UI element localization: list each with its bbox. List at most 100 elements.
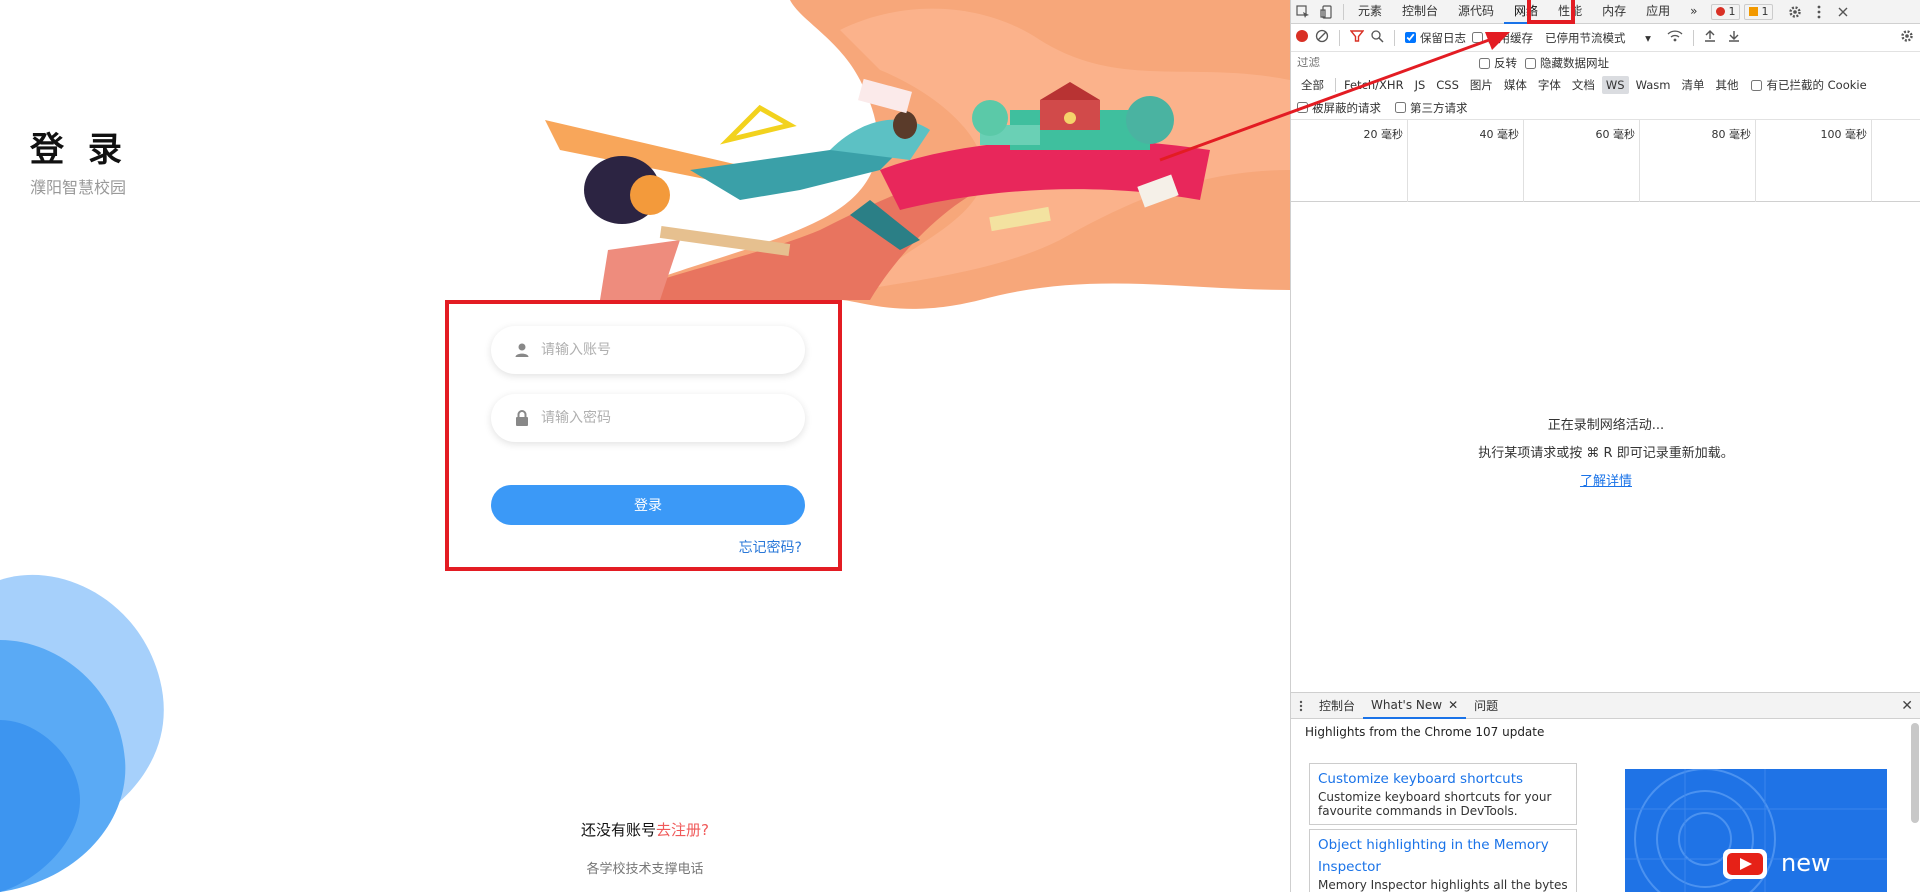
register-link[interactable]: 去注册?: [656, 821, 709, 839]
invert-option[interactable]: 反转: [1479, 55, 1517, 71]
blocked-requests-checkbox[interactable]: [1297, 102, 1308, 113]
third-party-option[interactable]: 第三方请求: [1395, 100, 1468, 116]
whats-new-heading: Highlights from the Chrome 107 update: [1305, 725, 1545, 739]
filter-input[interactable]: [1297, 57, 1457, 69]
inspect-element-icon[interactable]: [1291, 0, 1315, 24]
whats-new-video-thumbnail[interactable]: new: [1625, 769, 1887, 892]
timeline-gridline: [1755, 120, 1756, 202]
drawer-tab-console[interactable]: 控制台: [1311, 693, 1363, 719]
disable-cache-checkbox[interactable]: [1472, 32, 1483, 43]
type-filter-media[interactable]: 媒体: [1500, 75, 1531, 95]
search-icon[interactable]: [1370, 29, 1384, 46]
type-filter-all[interactable]: 全部: [1297, 75, 1328, 95]
warning-badge[interactable]: 1: [1744, 3, 1774, 20]
type-filter-fetch-xhr[interactable]: Fetch/XHR: [1340, 76, 1408, 94]
throttle-value: 已停用节流模式: [1545, 30, 1626, 45]
learn-more-link[interactable]: 了解详情: [1580, 474, 1632, 489]
close-tab-icon[interactable]: ✕: [1448, 693, 1458, 717]
tab-sources[interactable]: 源代码: [1448, 0, 1504, 24]
tab-elements[interactable]: 元素: [1348, 0, 1392, 24]
feature-card[interactable]: Customize keyboard shortcuts Customize k…: [1309, 763, 1577, 825]
blocked-cookies-label: 有已拦截的 Cookie: [1766, 78, 1867, 92]
blocked-requests-label: 被屏蔽的请求: [1312, 100, 1381, 115]
more-options-icon[interactable]: [1807, 0, 1831, 24]
type-filter-font[interactable]: 字体: [1534, 75, 1565, 95]
preserve-log-option[interactable]: 保留日志: [1405, 30, 1466, 46]
user-icon: [513, 341, 531, 359]
type-filter-manifest[interactable]: 清单: [1677, 75, 1708, 95]
timeline-tick-label: 100 毫秒: [1820, 128, 1868, 141]
error-badge[interactable]: 1: [1711, 3, 1741, 20]
more-tabs-button[interactable]: »: [1680, 0, 1707, 24]
download-har-icon[interactable]: [1728, 30, 1740, 45]
devtools-drawer: 控制台 What's New ✕ 问题 ✕ Highlights from th…: [1291, 692, 1920, 892]
wifi-conditions-icon[interactable]: [1667, 30, 1683, 45]
type-filter-css[interactable]: CSS: [1432, 76, 1463, 94]
timeline-gridline: [1639, 120, 1640, 202]
preserve-log-checkbox[interactable]: [1405, 32, 1416, 43]
disable-cache-label: 停用缓存: [1487, 30, 1533, 45]
request-options-row: 被屏蔽的请求 第三方请求: [1291, 96, 1920, 120]
toolbar-separator: [1394, 29, 1395, 46]
error-count: 1: [1728, 5, 1736, 18]
drawer-tab-issues[interactable]: 问题: [1466, 693, 1506, 719]
drawer-menu-icon[interactable]: [1291, 693, 1311, 719]
footer-note: 各学校技术支撑电话: [586, 862, 704, 877]
feature-card-title[interactable]: Customize keyboard shortcuts: [1318, 768, 1568, 790]
account-input[interactable]: [541, 342, 781, 358]
page-title: 登 录: [30, 130, 128, 170]
devtools-panel: 元素 控制台 源代码 网络 性能 内存 应用 » 1 1 保留日志 停用缓存 已…: [1290, 0, 1920, 892]
device-toggle-icon[interactable]: [1315, 0, 1339, 24]
type-filter-wasm[interactable]: Wasm: [1632, 76, 1675, 94]
blocked-cookies-checkbox[interactable]: [1751, 79, 1763, 91]
invert-label: 反转: [1494, 56, 1517, 70]
record-icon[interactable]: [1295, 29, 1309, 46]
filter-icon[interactable]: [1349, 29, 1365, 46]
close-drawer-icon[interactable]: ✕: [1901, 698, 1913, 714]
network-settings-gear-icon[interactable]: [1900, 29, 1914, 46]
clear-icon[interactable]: [1315, 29, 1329, 46]
toolbar-separator: [1692, 29, 1694, 46]
chevron-down-icon: ▾: [1645, 30, 1651, 45]
drawer-scrollbar[interactable]: [1911, 723, 1919, 823]
account-field[interactable]: [491, 326, 805, 374]
tab-memory[interactable]: 内存: [1592, 0, 1636, 24]
hide-data-urls-option[interactable]: 隐藏数据网址: [1525, 55, 1609, 71]
blocked-cookies-option[interactable]: 有已拦截的 Cookie: [1751, 77, 1867, 93]
drawer-tab-whats-new[interactable]: What's New ✕: [1363, 693, 1467, 719]
disable-cache-option[interactable]: 停用缓存: [1472, 30, 1533, 46]
throttle-select[interactable]: 已停用节流模式 ▾: [1545, 30, 1651, 46]
settings-gear-icon[interactable]: [1783, 0, 1807, 24]
timeline-tick-label: 80 毫秒: [1711, 128, 1752, 141]
feature-card-title[interactable]: Object highlighting in the Memory Inspec…: [1318, 834, 1568, 878]
third-party-label: 第三方请求: [1410, 100, 1468, 115]
whats-new-cards: Customize keyboard shortcuts Customize k…: [1309, 763, 1577, 892]
password-field[interactable]: [491, 394, 805, 442]
upload-har-icon[interactable]: [1704, 30, 1716, 45]
reload-hint: 执行某项请求或按 ⌘ R 即可记录重新加载。: [1478, 446, 1734, 461]
tab-console[interactable]: 控制台: [1392, 0, 1448, 24]
type-filter-ws[interactable]: WS: [1601, 76, 1629, 94]
password-input[interactable]: [541, 410, 781, 426]
drawer-tabbar: 控制台 What's New ✕ 问题 ✕: [1291, 693, 1920, 719]
toolbar-separator: [1339, 29, 1340, 46]
register-prompt: 还没有账号去注册?: [0, 819, 1290, 840]
hide-data-urls-checkbox[interactable]: [1525, 57, 1536, 69]
feature-card[interactable]: Object highlighting in the Memory Inspec…: [1309, 829, 1577, 892]
timeline-tick-label: 60 毫秒: [1595, 128, 1636, 141]
login-button[interactable]: 登录: [491, 485, 805, 525]
forgot-password-link[interactable]: 忘记密码?: [739, 537, 802, 557]
third-party-checkbox[interactable]: [1395, 102, 1406, 113]
timeline-gridline: [1523, 120, 1524, 202]
feature-card-desc: Memory Inspector highlights all the byte…: [1318, 878, 1568, 892]
type-filter-doc[interactable]: 文档: [1568, 75, 1599, 95]
type-filter-img[interactable]: 图片: [1466, 75, 1497, 95]
type-filter-other[interactable]: 其他: [1711, 75, 1742, 95]
blocked-requests-option[interactable]: 被屏蔽的请求: [1297, 100, 1381, 116]
hide-data-urls-label: 隐藏数据网址: [1540, 56, 1609, 70]
type-filter-js[interactable]: JS: [1411, 76, 1430, 94]
tab-application[interactable]: 应用: [1636, 0, 1680, 24]
title-block: 登 录 濮阳智慧校园: [30, 128, 128, 198]
close-devtools-icon[interactable]: [1831, 0, 1855, 24]
invert-checkbox[interactable]: [1479, 57, 1490, 69]
